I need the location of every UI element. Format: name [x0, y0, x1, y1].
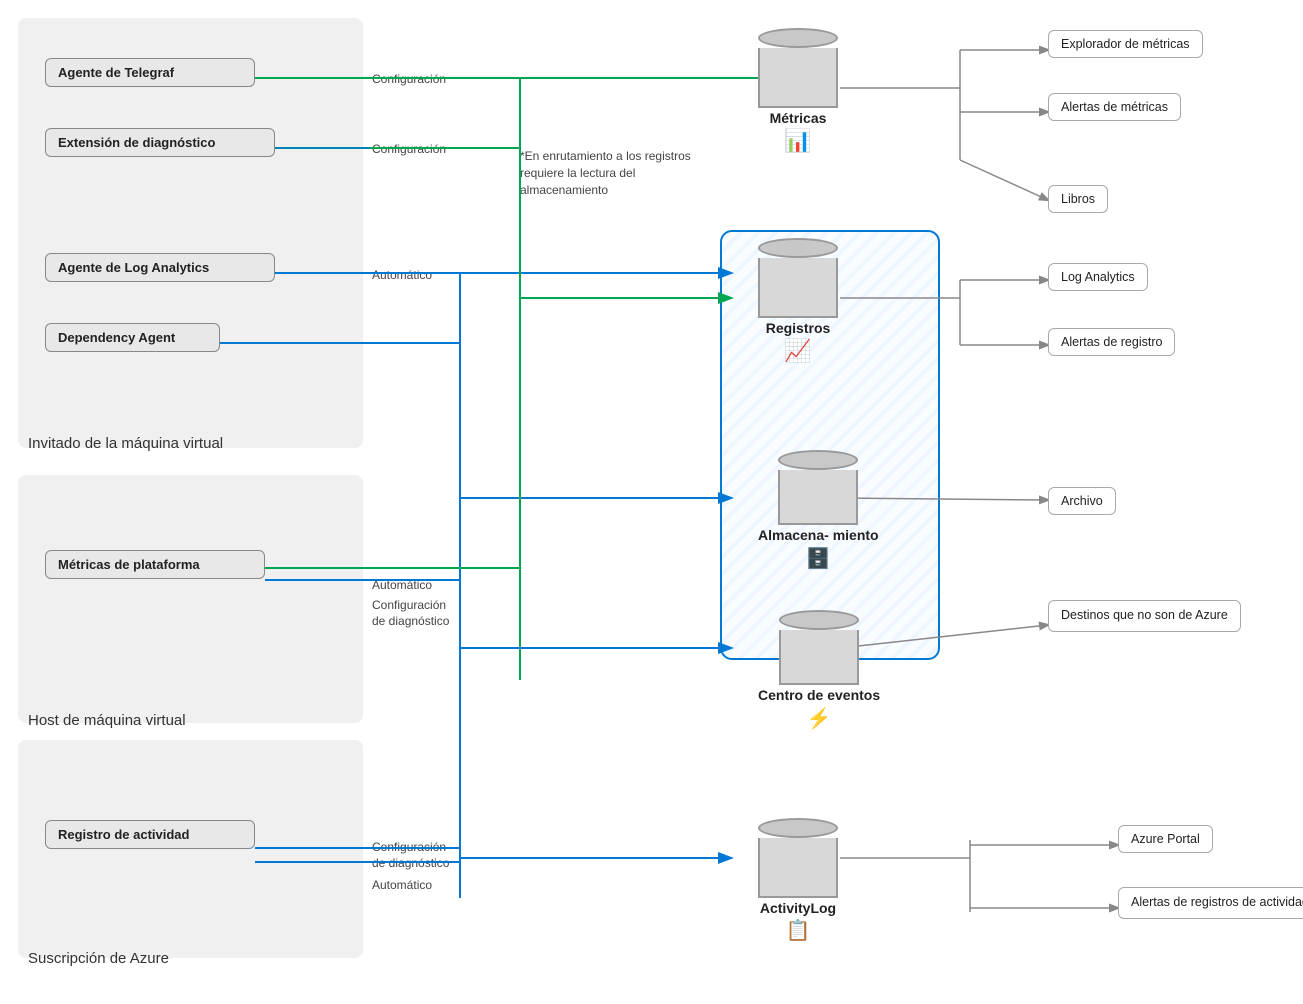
agent-log-analytics: Agente de Log Analytics [45, 253, 275, 282]
agent-telegraf: Agente de Telegraf [45, 58, 255, 87]
datastore-activitylog: ActivityLog 📋 [758, 818, 838, 943]
dest-azure-portal: Azure Portal [1118, 825, 1213, 853]
note-text: *En enrutamiento a los registros requier… [520, 148, 700, 198]
guest-label: Invitado de la máquina virtual [28, 435, 223, 452]
line-label-config1: Configuración [372, 72, 446, 86]
diagram-container: Invitado de la máquina virtual Host de m… [0, 0, 1303, 1004]
line-label-config-diag1: Configuraciónde diagnóstico [372, 598, 449, 629]
line-label-config-diag2: Configuraciónde diagnóstico [372, 840, 449, 871]
datastore-eventos: Centro de eventos ⚡ [758, 610, 880, 731]
subscription-label: Suscripción de Azure [28, 950, 169, 967]
dest-destinos-no-azure: Destinos que no son de Azure [1048, 600, 1241, 632]
agent-registro-actividad: Registro de actividad [45, 820, 255, 849]
agent-dependency: Dependency Agent [45, 323, 220, 352]
datastore-registros: Registros 📈 [758, 238, 838, 364]
datastore-metricas: Métricas 📊 [758, 28, 838, 154]
line-label-automatico3: Automático [372, 878, 432, 892]
host-section [18, 475, 363, 723]
dest-explorador-metricas: Explorador de métricas [1048, 30, 1203, 58]
line-label-config2: Configuración [372, 142, 446, 156]
agent-diagnostico: Extensión de diagnóstico [45, 128, 275, 157]
subscription-section [18, 740, 363, 958]
dest-alertas-registro: Alertas de registro [1048, 328, 1175, 356]
dest-alertas-actividad: Alertas de registros de actividad [1118, 887, 1303, 919]
dest-log-analytics: Log Analytics [1048, 263, 1148, 291]
agent-metricas-plataforma: Métricas de plataforma [45, 550, 265, 579]
dest-libros: Libros [1048, 185, 1108, 213]
line-label-automatico1: Automático [372, 268, 432, 282]
dest-alertas-metricas: Alertas de métricas [1048, 93, 1181, 121]
datastore-almacenamiento: Almacena- miento 🗄️ [758, 450, 879, 571]
dest-archivo: Archivo [1048, 487, 1116, 515]
line-label-automatico2: Automático [372, 578, 432, 592]
host-label: Host de máquina virtual [28, 712, 186, 729]
